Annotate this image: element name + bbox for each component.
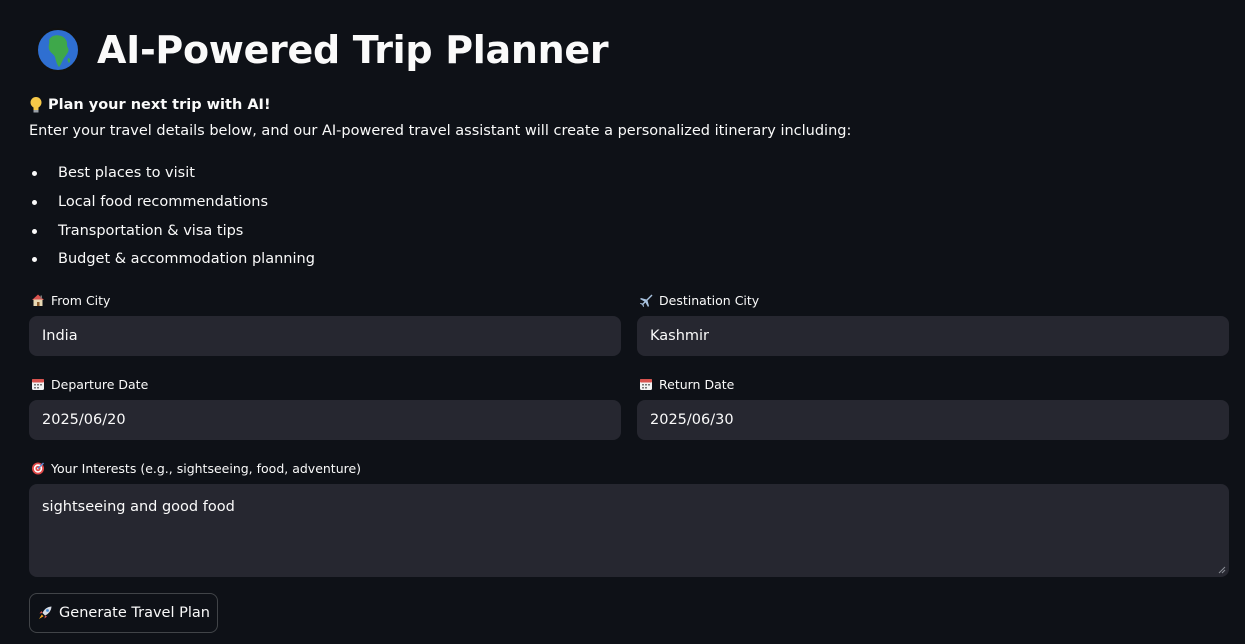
target-icon [32, 462, 44, 475]
title-row: AI-Powered Trip Planner [29, 22, 609, 78]
return-date-input[interactable]: 2025/06/30 [637, 400, 1229, 440]
destination-city-label-text: Destination City [659, 292, 760, 308]
from-city-label-text: From City [51, 292, 111, 308]
list-item: Best places to visit [29, 162, 315, 191]
bullet-icon [32, 257, 37, 263]
destination-city-label: Destination City [639, 291, 759, 309]
destination-city-value: Kashmir [650, 328, 709, 344]
resize-grip-icon[interactable] [1218, 566, 1226, 574]
from-city-input[interactable]: India [29, 316, 621, 356]
from-city-label: From City [31, 291, 110, 309]
interests-textarea[interactable]: sightseeing and good food [29, 484, 1229, 577]
from-city-value: India [42, 328, 78, 344]
calendar-icon [640, 379, 652, 390]
destination-city-input[interactable]: Kashmir [637, 316, 1229, 356]
departure-date-input[interactable]: 2025/06/20 [29, 400, 621, 440]
departure-date-label: Departure Date [31, 375, 148, 393]
list-item: Budget & accommodation planning [29, 248, 315, 277]
bullet-icon [32, 199, 37, 205]
list-item-text: Transportation & visa tips [58, 222, 244, 239]
intro-description: Enter your travel details below, and our… [29, 123, 852, 139]
list-item-text: Budget & accommodation planning [58, 251, 315, 268]
generate-travel-plan-label: Generate Travel Plan [59, 605, 210, 621]
return-date-label-text: Return Date [659, 376, 735, 392]
list-item: Transportation & visa tips [29, 220, 315, 249]
list-item-text: Best places to visit [58, 165, 195, 181]
house-icon [32, 294, 44, 306]
rocket-icon [39, 606, 52, 619]
calendar-icon [32, 379, 44, 390]
list-item-text: Local food recommendations [58, 193, 269, 210]
page-title: AI-Powered Trip Planner [97, 28, 609, 72]
return-date-label: Return Date [639, 375, 734, 393]
departure-date-label-text: Departure Date [51, 376, 149, 392]
intro-heading: Plan your next trip with AI! [29, 95, 271, 115]
bullet-icon [32, 228, 37, 234]
return-date-value: 2025/06/30 [650, 412, 734, 428]
intro-heading-text: Plan your next trip with AI! [48, 97, 271, 113]
interests-label-text: Your Interests (e.g., sightseeing, food,… [51, 460, 362, 476]
departure-date-value: 2025/06/20 [42, 412, 126, 428]
airplane-icon [640, 294, 653, 307]
trip-planner-page: AI-Powered Trip Planner Plan your next t… [0, 0, 1245, 644]
feature-list: Best places to visit Local food recommen… [29, 162, 315, 277]
interests-value: sightseeing and good food [42, 499, 235, 515]
globe-africa-icon [36, 28, 80, 72]
generate-travel-plan-button[interactable]: Generate Travel Plan [29, 593, 218, 633]
interests-label: Your Interests (e.g., sightseeing, food,… [31, 459, 361, 477]
lightbulb-icon [30, 97, 42, 113]
list-item: Local food recommendations [29, 191, 315, 220]
bullet-icon [32, 171, 37, 176]
